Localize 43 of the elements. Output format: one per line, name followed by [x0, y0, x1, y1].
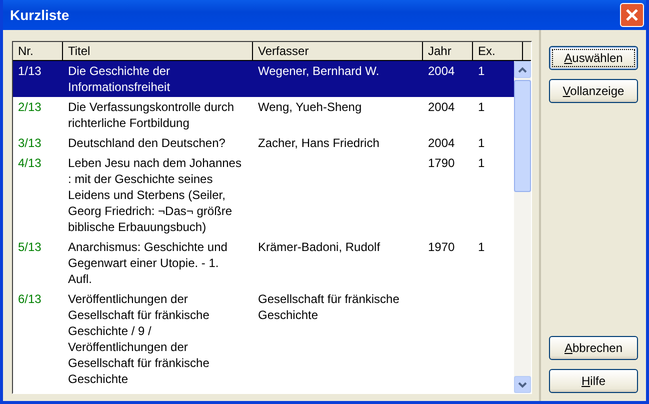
- table-cell: 1: [478, 240, 485, 254]
- table-cell: 1/13: [18, 64, 42, 78]
- table-cell: 2004: [428, 100, 455, 114]
- column-header[interactable]: Nr.: [13, 42, 63, 60]
- table-cell: 2004: [428, 64, 455, 78]
- table-cell: 1: [478, 100, 485, 114]
- table-cell: 1790: [428, 156, 455, 170]
- table-cell: 3/13: [18, 136, 42, 150]
- table-row[interactable]: 4/13 Leben Jesu nach dem Johannes : mit der Geschichte seines Leidens und Sterbens (Seiler, Georg Friedrich: ¬Das¬ größre biblische Erbauungsbuch) 1790 1: [13, 153, 514, 237]
- table-cell: Zacher, Hans Friedrich: [258, 136, 380, 150]
- table-cell: Veröffentlichungen der Gesellschaft für fränkische Geschichte / 9 / Veröffentlichungen der Gesellschaft für fränkische Geschichte: [68, 292, 210, 386]
- table-cell: Gesellschaft für fränkische Geschichte: [258, 292, 400, 322]
- table-cell: Weng, Yueh-Sheng: [258, 100, 362, 114]
- table-cell: 2/13: [18, 100, 42, 114]
- table-cell: 1970: [428, 240, 455, 254]
- table-row[interactable]: 2/13 Die Verfassungskontrolle durch richterliche Fortbildung Weng, Yueh-Sheng 2004 1: [13, 97, 514, 133]
- table-row[interactable]: 3/13 Deutschland den Deutschen? Zacher, Hans Friedrich 2004 1: [13, 133, 514, 153]
- table-cell: Anarchismus: Geschichte und Gegenwart einer Utopie. - 1. Aufl.: [68, 240, 228, 286]
- table-row[interactable]: 5/13 Anarchismus: Geschichte und Gegenwart einer Utopie. - 1. Aufl. Krämer-Badoni, Rudolf 1970 1: [13, 237, 514, 289]
- table-row[interactable]: 1/13 Die Geschichte der Informationsfreiheit Wegener, Bernhard W. 2004 1: [13, 61, 514, 97]
- column-header[interactable]: Jahr: [423, 42, 473, 60]
- table-cell: Die Geschichte der Informationsfreiheit: [68, 64, 170, 94]
- window-title: Kurzliste: [10, 7, 70, 23]
- table-cell: 1: [478, 156, 485, 170]
- column-header[interactable]: Verfasser: [253, 42, 423, 60]
- table-cell: Wegener, Bernhard W.: [258, 64, 380, 78]
- table-cell: 1: [478, 136, 485, 150]
- button[interactable]: Abbrechen: [549, 336, 638, 360]
- button[interactable]: Hilfe: [549, 369, 638, 393]
- table-cell: 5/13: [18, 240, 42, 254]
- table-cell: Die Verfassungskontrolle durch richterliche Fortbildung: [68, 100, 234, 130]
- column-header[interactable]: Ex.: [473, 42, 523, 60]
- table-cell: Leben Jesu nach dem Johannes : mit der Geschichte seines Leidens und Sterbens (Seiler, Georg Friedrich: ¬Das¬ größre biblische Erbauungsbuch): [68, 156, 242, 234]
- button[interactable]: Vollanzeige: [549, 79, 638, 103]
- table-cell: Deutschland den Deutschen?: [68, 136, 226, 150]
- table-row[interactable]: 6/13 Veröffentlichungen der Gesellschaft für fränkische Geschichte / 9 / Veröffentlichungen der Gesellschaft für fränkische Geschichte Gesellschaft für fränkische Geschichte: [13, 289, 514, 389]
- table-cell: Krämer-Badoni, Rudolf: [258, 240, 380, 254]
- table-cell: 6/13: [18, 292, 42, 306]
- table-cell: 1: [478, 64, 485, 78]
- button[interactable]: Auswählen: [549, 46, 638, 70]
- column-header[interactable]: Titel: [63, 42, 253, 60]
- table-cell: 2004: [428, 136, 455, 150]
- table-cell: 4/13: [18, 156, 42, 170]
